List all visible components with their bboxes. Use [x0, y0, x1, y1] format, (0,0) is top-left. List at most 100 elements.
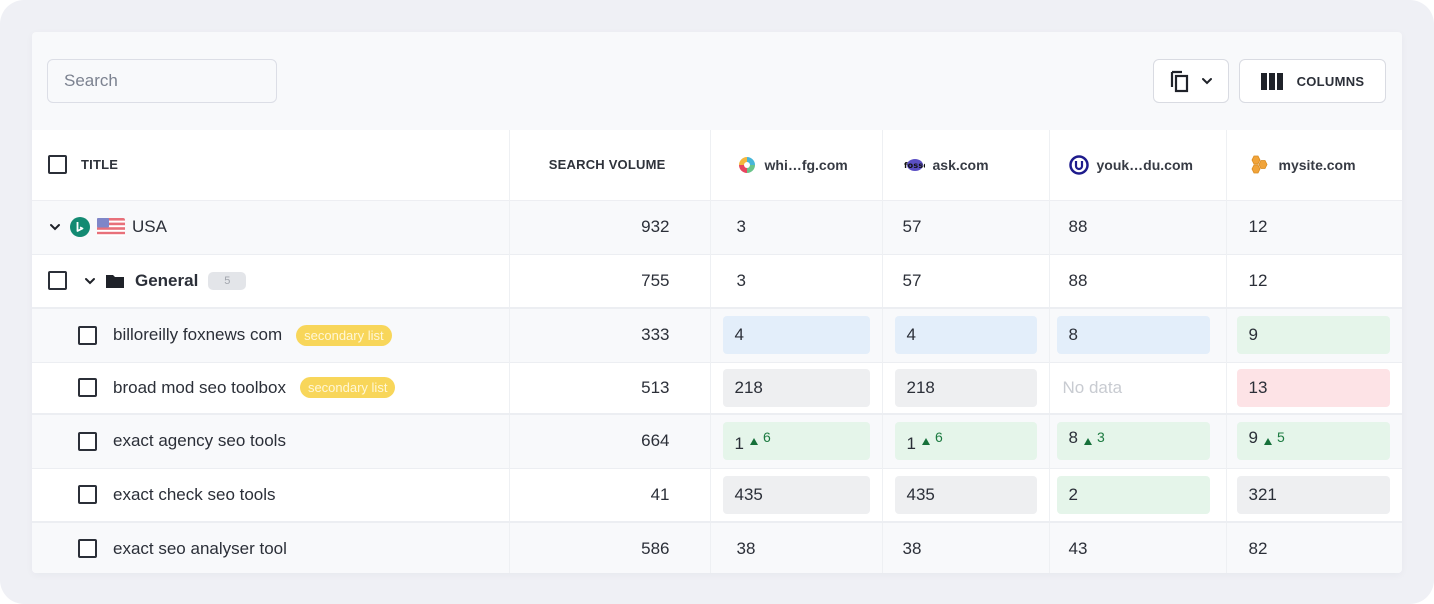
rank-cell-site-1: 435: [710, 468, 883, 522]
keyword-title[interactable]: billoreilly foxnews com: [113, 325, 282, 345]
group-checkbox[interactable]: [48, 271, 67, 291]
keyword-title[interactable]: exact seo analyser tool: [113, 539, 287, 559]
site-3-name: youk…du.com: [1096, 156, 1193, 173]
site-4-name: mysite.com: [1278, 156, 1356, 173]
keyword-title-wrap: exact check seo tools: [78, 485, 509, 505]
region-site-1-value: 3: [710, 200, 883, 254]
rank-cell-site-4: 321: [1226, 468, 1402, 522]
rank-value: 43: [1068, 538, 1088, 558]
rank-value: No data: [1062, 377, 1123, 397]
site-2-name: ask.com: [932, 156, 989, 173]
secondary-list-tag: secondary list: [296, 324, 392, 346]
rank-change-up: 3: [1083, 429, 1105, 446]
keyword-checkbox[interactable]: [78, 378, 97, 398]
keyword-title-wrap: exact agency seo tools: [78, 431, 509, 451]
rank-value: 38: [736, 538, 756, 558]
keyword-checkbox[interactable]: [78, 325, 97, 345]
keyword-row[interactable]: exact seo analyser tool 586 38 38 43 82: [32, 522, 1402, 573]
chevron-down-icon[interactable]: [83, 276, 97, 286]
keyword-row[interactable]: exact check seo tools 41 435 435 2 321: [32, 468, 1402, 522]
keyword-checkbox[interactable]: [78, 485, 97, 505]
column-header-search-volume-label: SEARCH VOLUME: [548, 157, 666, 173]
rank-value: 1: [906, 434, 916, 454]
us-flag-icon: [97, 218, 125, 236]
column-header-search-volume[interactable]: SEARCH VOLUME: [509, 130, 711, 200]
keyword-checkbox[interactable]: [78, 539, 97, 558]
rank-pill-green: 95: [1236, 422, 1390, 461]
rank-value: 9: [1248, 325, 1258, 345]
rank-value: 218: [906, 377, 935, 397]
rank-pill-red: 13: [1236, 368, 1390, 407]
region-label: USA: [132, 217, 167, 236]
keyword-row[interactable]: exact agency seo tools 664 1 6 1 6 8 3 9 5: [32, 414, 1402, 468]
keyword-title[interactable]: exact check seo tools: [113, 485, 276, 505]
chevron-down-icon[interactable]: [48, 222, 62, 232]
keyword-search-volume: 41: [509, 468, 711, 522]
group-label: General: [135, 270, 199, 290]
rank-pill-blue: 4: [722, 316, 870, 355]
rank-pill-blue: 8: [1056, 316, 1210, 355]
column-header-site-2[interactable]: fosso ask.com: [882, 130, 1050, 200]
keyword-checkbox[interactable]: [78, 431, 97, 451]
region-site-4-value: 12: [1248, 217, 1268, 236]
rank-cell-site-2: 38: [882, 522, 1050, 573]
keyword-row[interactable]: broad mod seo toolbox secondary list 513 21…: [32, 362, 1402, 414]
rank-cell-site-1: 38: [710, 522, 883, 573]
keyword-title-wrap: exact seo analyser tool: [78, 539, 509, 559]
rank-change-value: 3: [1096, 429, 1105, 446]
region-site-3-value: 88: [1049, 200, 1227, 254]
column-header-title-label: TITLE: [81, 157, 119, 173]
rank-cell-site-2: 218: [882, 362, 1050, 414]
honeycomb-logo-icon: [1251, 155, 1267, 174]
secondary-list-tag: secondary list: [299, 377, 396, 399]
search-box[interactable]: [47, 59, 285, 103]
keyword-row[interactable]: billoreilly foxnews com secondary list 333…: [32, 308, 1402, 362]
keyword-title-cell: broad mod seo toolbox secondary list: [32, 362, 510, 414]
keyword-title[interactable]: broad mod seo toolbox: [113, 378, 286, 398]
rank-cell-site-3: 2: [1049, 468, 1227, 522]
rank-value: 435: [734, 484, 763, 504]
group-search-volume: 755: [509, 254, 711, 308]
rank-value: 218: [734, 377, 763, 397]
search-input[interactable]: [64, 71, 285, 91]
select-all-checkbox[interactable]: [48, 155, 67, 175]
group-site-1-value: 3: [710, 254, 883, 308]
region-site-2-value: 57: [882, 200, 1050, 254]
column-header-title[interactable]: TITLE: [32, 130, 510, 200]
keyword-title-cell: billoreilly foxnews com secondary list: [32, 308, 510, 362]
keyword-search-volume: 664: [509, 414, 711, 468]
region-row[interactable]: USA 932 3 57 88 12: [32, 200, 1402, 254]
group-site-3-value: 88: [1049, 254, 1227, 308]
rank-value: 82: [1248, 538, 1268, 558]
rank-change-up: 6: [749, 429, 771, 446]
rank-change-value: 6: [934, 429, 943, 446]
rank-pill-green: 83: [1056, 422, 1210, 461]
copy-icon: [1170, 70, 1189, 93]
copy-dropdown-button[interactable]: [1153, 59, 1229, 103]
rank-cell-site-2: 4: [882, 308, 1050, 362]
rank-pill-gray: 218: [722, 368, 870, 407]
rank-pill-gray: 435: [722, 475, 870, 514]
group-row[interactable]: General 5 755 3 57 88 12: [32, 254, 1402, 308]
keyword-search-volume: 513: [509, 362, 711, 414]
keyword-title[interactable]: exact agency seo tools: [113, 431, 286, 451]
rank-value: 1: [734, 434, 744, 454]
rank-cell-site-2: 435: [882, 468, 1050, 522]
column-header-site-4[interactable]: mysite.com: [1226, 130, 1402, 200]
rank-change-up: 6: [921, 429, 943, 446]
column-header-site-1[interactable]: whi…fg.com: [710, 130, 883, 200]
group-site-4-value: 12: [1248, 270, 1268, 290]
keyword-title-cell: exact check seo tools: [32, 468, 510, 522]
rank-change-value: 6: [762, 429, 771, 446]
folder-icon: [106, 274, 124, 288]
rank-value: 2: [1068, 484, 1078, 504]
columns-button[interactable]: COLUMNS: [1239, 59, 1386, 103]
column-header-site-3[interactable]: youk…du.com: [1049, 130, 1227, 200]
rank-tracker-card: COLUMNS TITLE SEARCH VOLUME: [32, 32, 1402, 573]
rank-change-up: 5: [1263, 429, 1285, 445]
no-data-cell: No data: [1057, 369, 1210, 407]
svg-text:fosso: fosso: [904, 161, 925, 170]
up-triangle-icon: [1263, 437, 1272, 445]
keyword-title-cell: exact agency seo tools: [32, 414, 510, 468]
up-triangle-icon: [1083, 437, 1092, 445]
